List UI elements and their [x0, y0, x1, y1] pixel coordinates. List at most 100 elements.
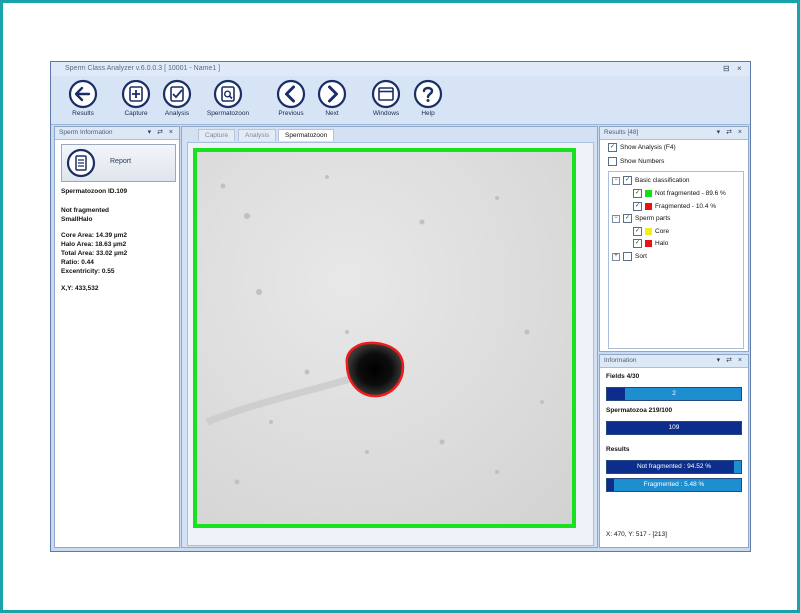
checkbox-icon[interactable]: ✓: [633, 202, 642, 211]
next-button-label: Next: [325, 110, 339, 117]
total-area: Total Area: 33.02 µm2: [61, 250, 128, 257]
previous-button[interactable]: Previous: [269, 79, 313, 117]
information-panel: Information ▾ ⇄ × Fields 4/30 2 Spermato…: [599, 354, 749, 548]
spermatozoon-image[interactable]: [193, 148, 576, 528]
fragmented-bar-text: Fragmented : 5.48 %: [643, 481, 705, 488]
halo-area: Halo Area: 18.63 µm2: [61, 241, 127, 248]
show-analysis-checkbox-row[interactable]: ✓ Show Analysis (F4): [608, 143, 676, 152]
image-view-panel: Capture Analysis Spermatozoon: [181, 126, 598, 548]
spermatozoon-button-label: Spermatozoon: [206, 110, 250, 117]
core-label: Core: [655, 228, 670, 236]
tree-item-core[interactable]: ✓ Core: [633, 227, 669, 236]
cursor-coordinates: X: 470, Y: 517 - [213]: [606, 531, 667, 538]
results-header: Results [48] ▾ ⇄ ×: [600, 127, 748, 140]
basic-classification-label: Basic classification: [635, 177, 690, 185]
close-icon[interactable]: ×: [737, 62, 742, 76]
microscope-field: [205, 175, 544, 485]
help-button[interactable]: Help: [406, 79, 450, 117]
fragmentation-status: Not fragmented: [61, 207, 110, 214]
panel-controls[interactable]: ▾ ⇄ ×: [717, 355, 744, 367]
results-button-label: Results: [72, 110, 94, 117]
not-fragmented-bar-text: Not fragmented : 94.52 %: [636, 463, 712, 470]
report-button-label: Report: [110, 158, 132, 165]
capture-button[interactable]: Capture: [114, 79, 158, 117]
sperm-information-panel: Sperm Information ▾ ⇄ × Report Spermatoz…: [54, 126, 180, 548]
expand-icon[interactable]: +: [612, 252, 620, 261]
panel-controls[interactable]: ▾ ⇄ ×: [717, 127, 744, 139]
tab-spermatozoon[interactable]: Spermatozoon: [278, 129, 335, 141]
checkbox-icon[interactable]: ✓: [633, 189, 642, 198]
windows-icon: [371, 79, 401, 109]
collapse-icon[interactable]: −: [612, 214, 620, 223]
panel-controls[interactable]: ▾ ⇄ ×: [148, 127, 175, 139]
halo-class: SmallHalo: [61, 216, 93, 223]
ribbon-toolbar: Results Capture Analysis Spermatozoon Pr…: [51, 76, 750, 125]
ratio: Ratio: 0.44: [61, 259, 94, 266]
fields-progress-bar: 2: [606, 387, 742, 401]
previous-button-label: Previous: [278, 110, 304, 117]
tree-item-sort[interactable]: + Sort: [612, 252, 647, 261]
capture-button-label: Capture: [124, 110, 148, 117]
analysis-button[interactable]: Analysis: [155, 79, 199, 117]
chevron-right-icon: [317, 79, 347, 109]
tree-item-halo[interactable]: ✓ Halo: [633, 239, 668, 248]
report-button[interactable]: Report: [61, 144, 176, 182]
results-button[interactable]: Results: [61, 79, 105, 117]
show-numbers-checkbox[interactable]: [608, 157, 617, 166]
restore-icon[interactable]: ⊟: [723, 62, 730, 76]
core-area: Core Area: 14.39 µm2: [61, 232, 128, 239]
help-icon: [413, 79, 443, 109]
xy-coordinates: X,Y: 433,532: [61, 285, 99, 292]
excentricity: Excentricity: 0.55: [61, 268, 115, 275]
sperm-information-header: Sperm Information ▾ ⇄ ×: [55, 127, 179, 140]
tree-item-fragmented[interactable]: ✓ Fragmented - 10.4 %: [633, 202, 716, 211]
spermatozoa-progress-text: 109: [668, 424, 680, 431]
fragmented-fill: [607, 479, 615, 491]
tree-item-sperm-parts[interactable]: − ✓ Sperm parts: [612, 214, 670, 223]
title-bar: Sperm Class Analyzer v.6.0.0.3 [ 10001 -…: [51, 62, 750, 76]
spermatozoon-button[interactable]: Spermatozoon: [206, 79, 250, 117]
analysis-button-label: Analysis: [164, 110, 190, 117]
windows-button[interactable]: Windows: [364, 79, 408, 117]
results-panel: Results [48] ▾ ⇄ × ✓ Show Analysis (F4) S…: [599, 126, 749, 352]
window-title: Sperm Class Analyzer v.6.0.0.3 [ 10001 -…: [65, 65, 221, 72]
red-swatch-icon: [645, 240, 652, 247]
report-icon: [66, 148, 96, 178]
yellow-swatch-icon: [645, 228, 652, 235]
next-button[interactable]: Next: [310, 79, 354, 117]
results-title: Results [48]: [604, 129, 639, 136]
sort-label: Sort: [635, 253, 647, 261]
spermatozoa-label: Spermatozoa 219/100: [606, 407, 673, 414]
help-button-label: Help: [421, 110, 435, 117]
analysis-icon: [162, 79, 192, 109]
checkbox-icon[interactable]: ✓: [633, 239, 642, 248]
checkbox-icon[interactable]: ✓: [623, 214, 632, 223]
fields-label: Fields 4/30: [606, 373, 640, 380]
sperm-information-title: Sperm Information: [59, 129, 113, 136]
checkbox-icon[interactable]: [623, 252, 632, 261]
tree-item-basic-classification[interactable]: − ✓ Basic classification: [612, 176, 690, 185]
checkbox-icon[interactable]: ✓: [633, 227, 642, 236]
not-fragmented-label: Not fragmented - 89.6 %: [655, 190, 726, 198]
collapse-icon[interactable]: −: [612, 176, 620, 185]
green-swatch-icon: [645, 190, 652, 197]
show-numbers-checkbox-row[interactable]: Show Numbers: [608, 157, 664, 166]
not-fragmented-bar: Not fragmented : 94.52 %: [606, 460, 742, 474]
show-analysis-label: Show Analysis (F4): [620, 144, 676, 152]
app-window: Sperm Class Analyzer v.6.0.0.3 [ 10001 -…: [50, 61, 751, 552]
tree-item-not-fragmented[interactable]: ✓ Not fragmented - 89.6 %: [633, 189, 726, 198]
show-analysis-checkbox[interactable]: ✓: [608, 143, 617, 152]
spermatozoon-id: Spermatozoon ID.109: [61, 188, 128, 195]
spermatozoon-icon: [213, 79, 243, 109]
tab-capture[interactable]: Capture: [198, 129, 236, 141]
fragmented-bar: Fragmented : 5.48 %: [606, 478, 742, 492]
tab-analysis[interactable]: Analysis: [238, 129, 277, 141]
red-swatch-icon: [645, 203, 652, 210]
results-label: Results: [606, 446, 630, 453]
image-canvas-area: [187, 142, 594, 546]
chevron-left-icon: [276, 79, 306, 109]
show-numbers-label: Show Numbers: [620, 158, 665, 166]
fields-progress-fill: [607, 388, 625, 400]
checkbox-icon[interactable]: ✓: [623, 176, 632, 185]
results-tree: − ✓ Basic classification ✓ Not fragmented -…: [608, 171, 744, 349]
